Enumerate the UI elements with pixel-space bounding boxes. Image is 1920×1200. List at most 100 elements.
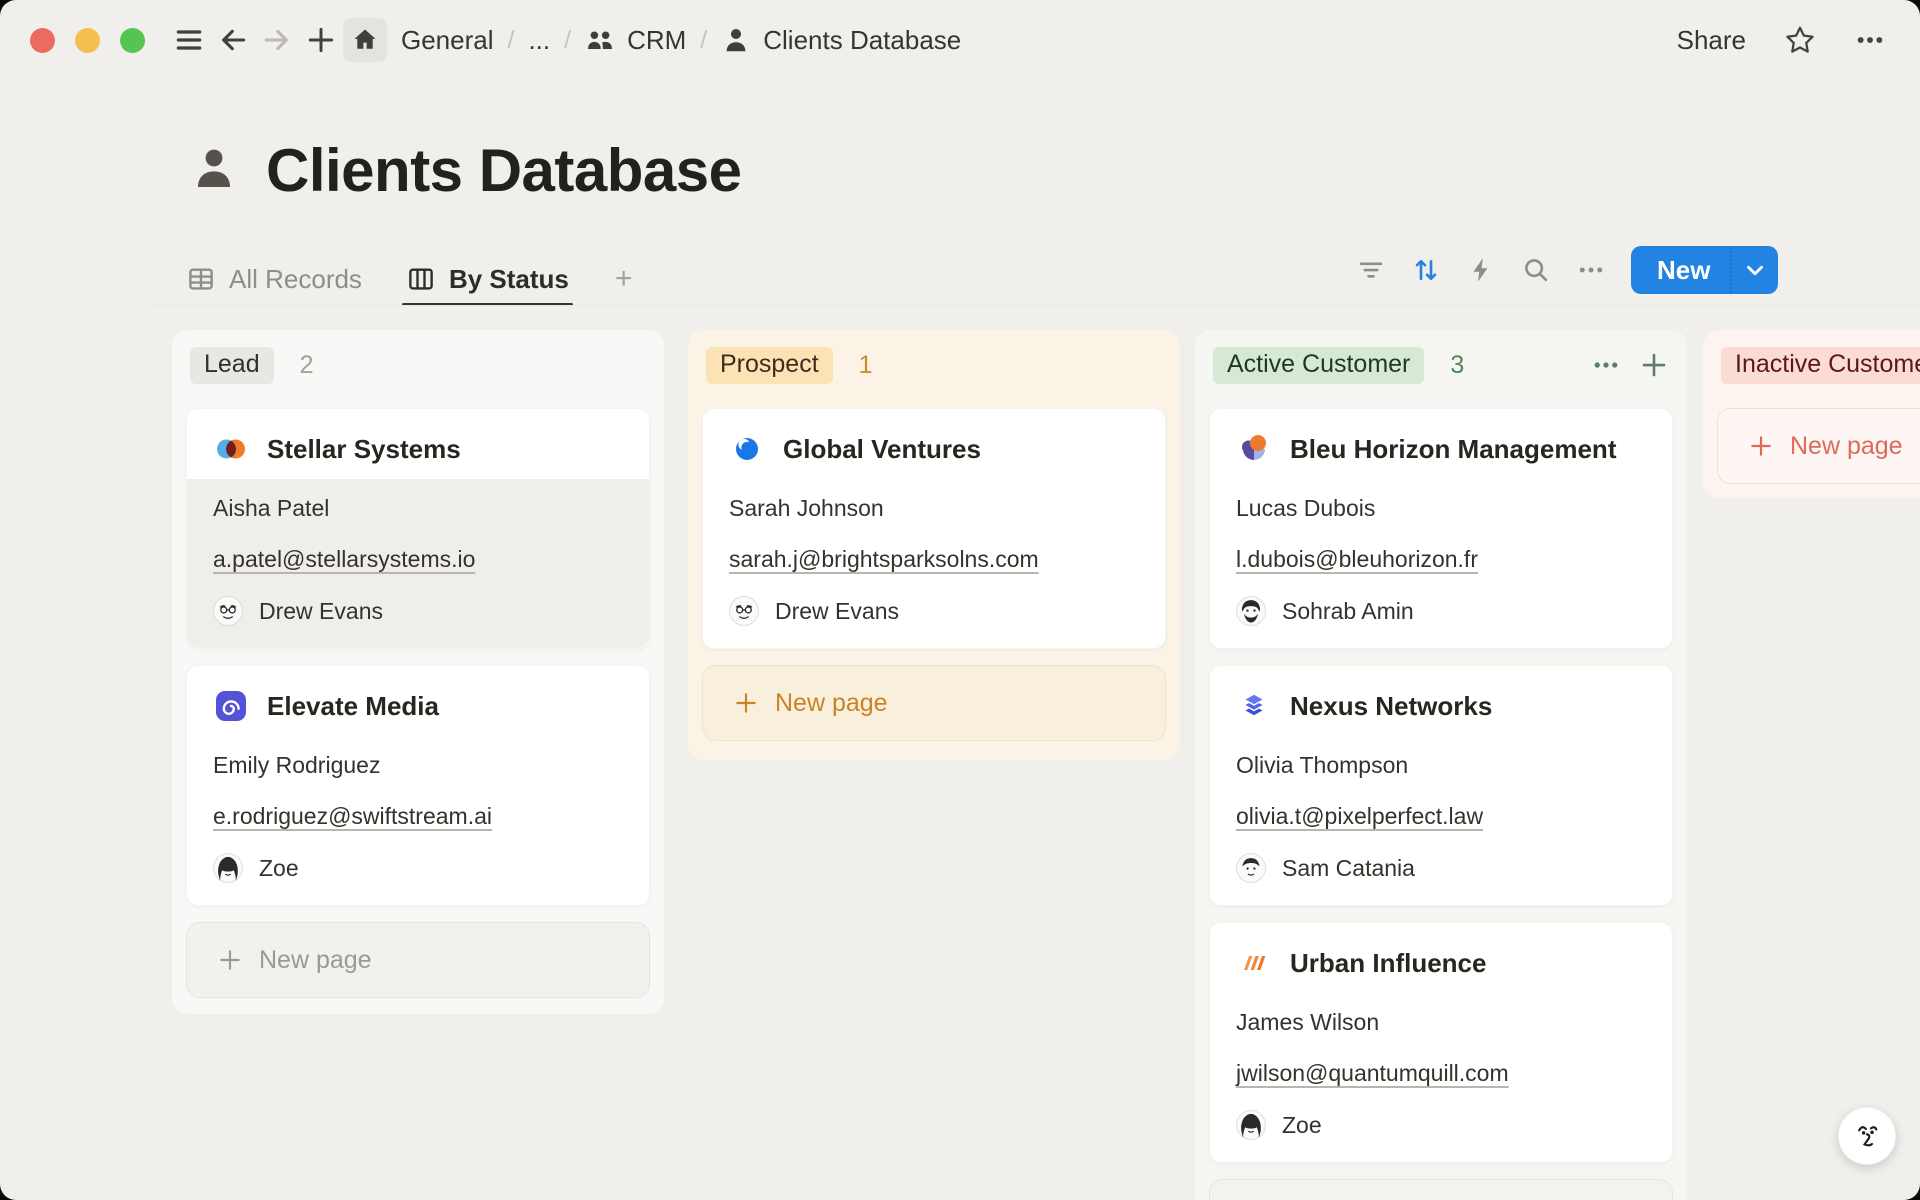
view-tabs: All Records By Status +: [186, 252, 632, 306]
more-options-button[interactable]: [1854, 24, 1886, 56]
column-count: 2: [300, 351, 314, 380]
card-contact-name: Lucas Dubois: [1236, 495, 1646, 522]
column-more-button[interactable]: [1591, 350, 1621, 380]
search-button[interactable]: [1513, 247, 1559, 293]
card-properties: Aisha Patel a.patel@stellarsystems.io Dr…: [187, 479, 649, 648]
card-properties: Olivia Thompson olivia.t@pixelperfect.la…: [1210, 736, 1672, 905]
card-owner: Drew Evans: [729, 596, 1139, 626]
card-nexus-networks[interactable]: Nexus Networks Olivia Thompson olivia.t@…: [1209, 665, 1673, 906]
card-contact-name: Sarah Johnson: [729, 495, 1139, 522]
card-properties: James Wilson jwilson@quantumquill.com Zo…: [1210, 993, 1672, 1162]
filter-icon: [1356, 255, 1386, 285]
zoom-window-button[interactable]: [120, 28, 145, 53]
board-column-prospect: Prospect 1 Global Ventures Sarah Johnson…: [688, 330, 1180, 760]
card-contact-name: Emily Rodriguez: [213, 752, 623, 779]
back-button[interactable]: [211, 18, 255, 62]
new-button-dropdown[interactable]: [1732, 257, 1778, 283]
bleu-horizon-logo-icon: [1236, 431, 1272, 467]
people-icon: [585, 25, 615, 55]
global-ventures-logo-icon: [729, 431, 765, 467]
breadcrumb-label: ...: [528, 25, 550, 56]
automation-button[interactable]: [1458, 247, 1504, 293]
tab-all-records[interactable]: All Records: [186, 252, 362, 306]
star-icon: [1784, 24, 1816, 56]
chevron-down-icon: [1742, 257, 1768, 283]
person-icon: [190, 144, 238, 197]
new-button-label: New: [1631, 255, 1730, 286]
tab-label: All Records: [229, 264, 362, 295]
card-stellar-systems[interactable]: Stellar Systems Aisha Patel a.patel@stel…: [186, 408, 650, 649]
card-email-link[interactable]: a.patel@stellarsystems.io: [213, 546, 475, 573]
search-icon: [1521, 255, 1551, 285]
new-page-button[interactable]: New page: [1717, 408, 1920, 484]
card-properties: Emily Rodriguez e.rodriguez@swiftstream.…: [187, 736, 649, 905]
card-bleu-horizon-management[interactable]: Bleu Horizon Management Lucas Dubois l.d…: [1209, 408, 1673, 649]
card-email-link[interactable]: e.rodriguez@swiftstream.ai: [213, 803, 492, 830]
page-title[interactable]: Clients Database: [266, 136, 742, 205]
card-global-ventures[interactable]: Global Ventures Sarah Johnson sarah.j@br…: [702, 408, 1166, 649]
favorite-button[interactable]: [1784, 24, 1816, 56]
card-email-link[interactable]: l.dubois@bleuhorizon.fr: [1236, 546, 1478, 573]
card-company-name: Stellar Systems: [267, 434, 461, 465]
column-header: Inactive Customer: [1721, 346, 1920, 384]
breadcrumb-label: Clients Database: [763, 25, 961, 56]
card-email-link[interactable]: olivia.t@pixelperfect.law: [1236, 803, 1483, 830]
new-page-label: New page: [1790, 432, 1903, 461]
new-page-button[interactable]: New page: [702, 665, 1166, 741]
back-arrow-icon: [217, 24, 249, 56]
card-company-name: Urban Influence: [1290, 948, 1486, 979]
hamburger-icon: [173, 24, 205, 56]
card-header: Global Ventures: [703, 409, 1165, 479]
board-column-lead: Lead 2 Stellar Systems Aisha Patel a.pat…: [172, 330, 664, 1014]
breadcrumb-item-crm[interactable]: CRM: [585, 25, 686, 56]
close-window-button[interactable]: [30, 28, 55, 53]
add-view-button[interactable]: +: [615, 262, 633, 296]
breadcrumb-separator: /: [700, 26, 707, 55]
assistant-fab-button[interactable]: [1838, 1107, 1896, 1165]
column-header: Lead 2: [190, 346, 646, 384]
board-column-inactive-customer: Inactive Customer New page: [1703, 330, 1920, 498]
new-record-button[interactable]: New: [1631, 246, 1778, 294]
view-options-button[interactable]: [1568, 247, 1614, 293]
status-badge[interactable]: Active Customer: [1213, 347, 1424, 384]
home-button[interactable]: [343, 18, 387, 62]
status-badge[interactable]: Inactive Customer: [1721, 347, 1920, 384]
tab-by-status[interactable]: By Status: [406, 252, 569, 306]
card-contact-name: Aisha Patel: [213, 495, 623, 522]
view-toolbar: New: [1348, 246, 1778, 294]
filter-button[interactable]: [1348, 247, 1394, 293]
window-controls: [30, 28, 145, 53]
card-urban-influence[interactable]: Urban Influence James Wilson jwilson@qua…: [1209, 922, 1673, 1163]
new-page-button[interactable]: New page: [1209, 1179, 1673, 1200]
card-owner-name: Drew Evans: [775, 598, 899, 625]
status-badge[interactable]: Lead: [190, 347, 274, 384]
plus-icon: [217, 947, 243, 973]
card-owner-name: Sam Catania: [1282, 855, 1415, 882]
avatar-drew-evans: [213, 596, 243, 626]
minimize-window-button[interactable]: [75, 28, 100, 53]
card-elevate-media[interactable]: Elevate Media Emily Rodriguez e.rodrigue…: [186, 665, 650, 906]
status-badge[interactable]: Prospect: [706, 347, 833, 384]
breadcrumb-item-general[interactable]: General: [401, 25, 494, 56]
nexus-networks-logo-icon: [1236, 688, 1272, 724]
card-header: Stellar Systems: [187, 409, 649, 479]
card-email-link[interactable]: sarah.j@brightsparksolns.com: [729, 546, 1039, 573]
sort-arrows-icon: [1411, 255, 1441, 285]
column-add-card-button[interactable]: [1639, 350, 1669, 380]
share-button[interactable]: Share: [1677, 25, 1746, 56]
card-owner: Drew Evans: [213, 596, 623, 626]
sort-button[interactable]: [1403, 247, 1449, 293]
card-company-name: Nexus Networks: [1290, 691, 1492, 722]
sidebar-menu-button[interactable]: [167, 18, 211, 62]
card-owner: Zoe: [1236, 1110, 1646, 1140]
forward-button[interactable]: [255, 18, 299, 62]
card-email-link[interactable]: jwilson@quantumquill.com: [1236, 1060, 1509, 1087]
new-page-button[interactable]: New page: [186, 922, 650, 998]
breadcrumb-item-ellipsis[interactable]: ...: [528, 25, 550, 56]
face-icon: [1849, 1118, 1885, 1154]
card-header: Nexus Networks: [1210, 666, 1672, 736]
app-window: General / ... / CRM / Clients Database S…: [0, 0, 1920, 1200]
column-count: 1: [859, 351, 873, 380]
breadcrumb-item-clients-database[interactable]: Clients Database: [721, 25, 961, 56]
new-tab-button[interactable]: [299, 18, 343, 62]
